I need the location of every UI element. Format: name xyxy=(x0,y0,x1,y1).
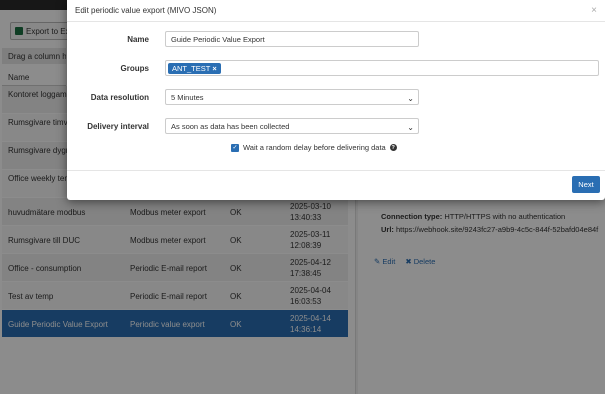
name-row: Name Guide Periodic Value Export xyxy=(67,31,605,51)
resolution-select[interactable]: 5 Minutes ⌄ xyxy=(165,89,419,105)
next-button[interactable]: Next xyxy=(572,176,600,193)
group-tag: ANT_TEST × xyxy=(168,63,221,74)
name-input[interactable]: Guide Periodic Value Export xyxy=(165,31,419,47)
group-tag-label: ANT_TEST xyxy=(172,64,211,73)
delivery-value: As soon as data has been collected xyxy=(171,122,290,131)
name-label: Name xyxy=(127,35,149,44)
question-circle-icon[interactable]: ? xyxy=(389,144,397,151)
remove-tag-icon[interactable]: × xyxy=(212,64,216,73)
random-delay-row: ✓ Wait a random delay before delivering … xyxy=(231,143,397,152)
resolution-row: Data resolution 5 Minutes ⌄ xyxy=(67,89,605,109)
delivery-label: Delivery interval xyxy=(87,122,149,131)
modal-header: Edit periodic value export (MIVO JSON) × xyxy=(67,0,605,22)
edit-export-modal: Edit periodic value export (MIVO JSON) ×… xyxy=(67,0,605,200)
chevron-down-icon: ⌄ xyxy=(407,123,414,132)
modal-footer-divider xyxy=(67,170,605,171)
random-delay-checkbox[interactable]: ✓ xyxy=(231,143,239,152)
groups-row: Groups ANT_TEST × xyxy=(67,60,605,80)
delivery-select[interactable]: As soon as data has been collected ⌄ xyxy=(165,118,419,134)
resolution-value: 5 Minutes xyxy=(171,93,204,102)
modal-title: Edit periodic value export (MIVO JSON) xyxy=(75,6,217,15)
close-icon[interactable]: × xyxy=(591,5,597,16)
groups-input[interactable]: ANT_TEST × xyxy=(165,60,599,76)
resolution-label: Data resolution xyxy=(90,93,149,102)
chevron-down-icon: ⌄ xyxy=(407,94,414,103)
delivery-row: Delivery interval As soon as data has be… xyxy=(67,118,605,138)
random-delay-label: Wait a random delay before delivering da… xyxy=(243,143,386,152)
groups-label: Groups xyxy=(120,64,149,73)
